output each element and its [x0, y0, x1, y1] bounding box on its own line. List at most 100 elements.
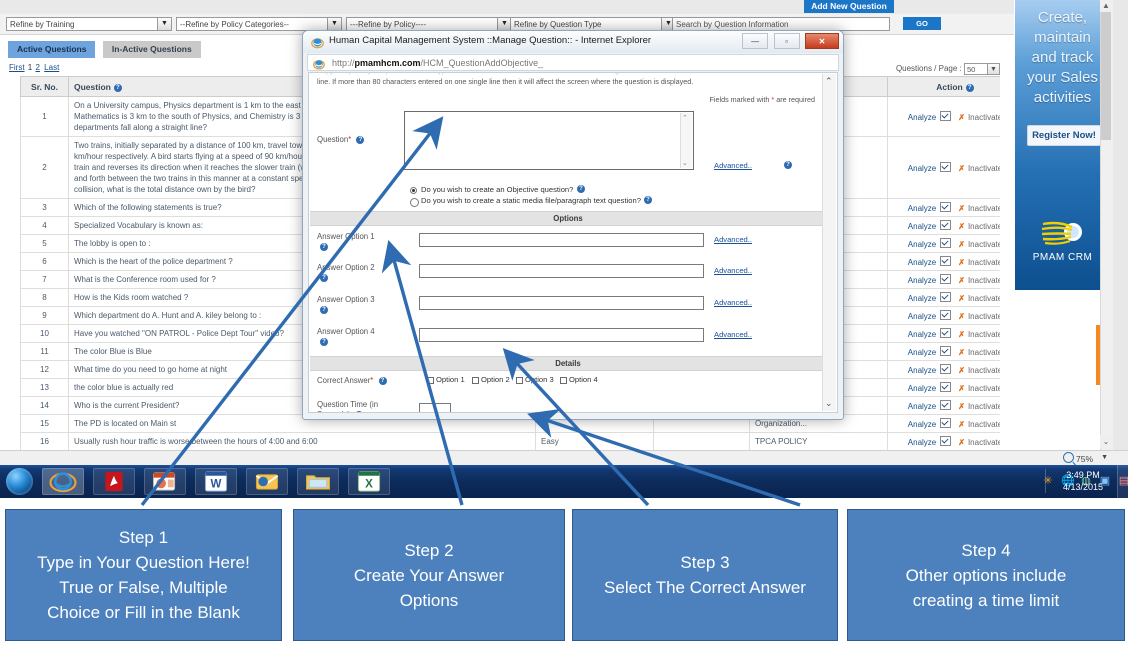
inactivate-link[interactable]: Inactivate — [968, 330, 1000, 339]
scroll-down-arrow-icon[interactable]: ⌄ — [1100, 435, 1112, 449]
register-now-button[interactable]: Register Now! — [1027, 125, 1101, 146]
edit-icon[interactable] — [940, 292, 952, 302]
analyze-link[interactable]: Analyze — [908, 113, 936, 122]
page-scrollbar-thumb[interactable] — [1101, 10, 1111, 140]
inactivate-link[interactable]: Inactivate — [968, 366, 1000, 375]
answer-option-4-advanced-link[interactable]: Advanced.. — [714, 330, 752, 339]
textarea-scrollbar[interactable]: ⌃ ⌄ — [680, 113, 692, 168]
refine-by-training-select[interactable]: Refine by Training ▼ — [6, 17, 172, 31]
help-icon[interactable]: ? — [355, 411, 364, 412]
edit-icon[interactable] — [940, 111, 952, 121]
refine-by-policy-select[interactable]: ---Refine by Policy---- ▼ — [346, 17, 512, 31]
delete-icon[interactable]: ✗ — [958, 240, 965, 249]
correct-answer-checkbox-4[interactable] — [560, 377, 567, 384]
analyze-link[interactable]: Analyze — [908, 294, 936, 303]
refine-by-question-type-select[interactable]: Refine by Question Type ▼ — [510, 17, 676, 31]
edit-icon[interactable] — [940, 274, 952, 284]
chevron-down-icon[interactable]: ▼ — [988, 63, 1000, 75]
scroll-up-arrow-icon[interactable]: ⌃ — [682, 114, 688, 122]
minimize-button[interactable]: — — [742, 33, 769, 49]
edit-icon[interactable] — [940, 346, 952, 356]
taskbar-item-file-explorer[interactable] — [297, 468, 339, 495]
answer-option-3-input[interactable] — [419, 296, 704, 310]
analyze-link[interactable]: Analyze — [908, 312, 936, 321]
pagination-page-1[interactable]: 1 — [28, 63, 32, 72]
correct-answer-checkbox-1[interactable] — [427, 377, 434, 384]
delete-icon[interactable]: ✗ — [958, 384, 965, 393]
start-button-icon[interactable] — [6, 468, 33, 495]
analyze-link[interactable]: Analyze — [908, 204, 936, 213]
question-textarea[interactable]: ⌃ ⌄ — [404, 111, 694, 170]
help-icon[interactable]: ? — [784, 161, 792, 169]
inactivate-link[interactable]: Inactivate — [968, 164, 1000, 173]
help-icon[interactable]: ? — [378, 377, 387, 385]
taskbar-item-adobe-reader[interactable] — [93, 468, 135, 495]
correct-answer-checkbox-3[interactable] — [516, 377, 523, 384]
pagination-first[interactable]: First — [9, 63, 25, 72]
inactivate-link[interactable]: Inactivate — [968, 222, 1000, 231]
answer-option-4-input[interactable] — [419, 328, 704, 342]
taskbar-item-internet-explorer[interactable] — [42, 468, 84, 495]
tab-inactive-questions[interactable]: In-Active Questions — [102, 41, 201, 58]
help-icon[interactable]: ? — [320, 306, 328, 314]
zoom-dropdown-arrow-icon[interactable]: ▼ — [1101, 454, 1108, 461]
delete-icon[interactable]: ✗ — [958, 204, 965, 213]
taskbar-item-powerpoint[interactable] — [144, 468, 186, 495]
inactivate-link[interactable]: Inactivate — [968, 204, 1000, 213]
inactivate-link[interactable]: Inactivate — [968, 113, 1000, 122]
delete-icon[interactable]: ✗ — [958, 294, 965, 303]
questions-per-page-select[interactable]: 50 — [964, 63, 988, 75]
scroll-down-arrow-icon[interactable]: ⌄ — [682, 159, 688, 167]
dialog-title-bar[interactable]: Human Capital Management System ::Manage… — [303, 31, 843, 53]
analyze-link[interactable]: Analyze — [908, 164, 936, 173]
tab-active-questions[interactable]: Active Questions — [8, 41, 96, 58]
radio-objective-question[interactable] — [410, 187, 417, 194]
help-icon[interactable]: ? — [644, 196, 652, 204]
inactivate-link[interactable]: Inactivate — [968, 258, 1000, 267]
inactivate-link[interactable]: Inactivate — [968, 240, 1000, 249]
taskbar-item-outlook[interactable] — [246, 468, 288, 495]
pagination-last[interactable]: Last — [44, 63, 59, 72]
table-row[interactable]: 16 Usually rush hour traffic is worse bet… — [20, 432, 1000, 451]
help-icon[interactable]: ? — [320, 243, 328, 251]
delete-icon[interactable]: ✗ — [958, 258, 965, 267]
answer-option-1-advanced-link[interactable]: Advanced.. — [714, 235, 752, 244]
edit-icon[interactable] — [940, 220, 952, 230]
analyze-link[interactable]: Analyze — [908, 420, 936, 429]
analyze-link[interactable]: Analyze — [908, 276, 936, 285]
delete-icon[interactable]: ✗ — [958, 420, 965, 429]
dialog-address-bar[interactable]: http://pmamhcm.com/HCM_QuestionAddObject… — [307, 54, 839, 71]
inactivate-link[interactable]: Inactivate — [968, 276, 1000, 285]
edit-icon[interactable] — [940, 202, 952, 212]
search-input[interactable]: Search by Question Information — [672, 17, 890, 31]
inactivate-link[interactable]: Inactivate — [968, 348, 1000, 357]
edit-icon[interactable] — [940, 238, 952, 248]
analyze-link[interactable]: Analyze — [908, 348, 936, 357]
taskbar-item-excel[interactable]: X — [348, 468, 390, 495]
inactivate-link[interactable]: Inactivate — [968, 294, 1000, 303]
scroll-down-arrow-icon[interactable]: ⌄ — [825, 398, 833, 409]
analyze-link[interactable]: Analyze — [908, 402, 936, 411]
analyze-link[interactable]: Analyze — [908, 258, 936, 267]
delete-icon[interactable]: ✗ — [958, 438, 965, 447]
question-time-input[interactable] — [419, 403, 451, 412]
answer-option-2-input[interactable] — [419, 264, 704, 278]
help-icon[interactable]: ? — [356, 136, 365, 144]
scroll-up-arrow-icon[interactable]: ▲ — [1100, 0, 1112, 12]
answer-option-1-input[interactable] — [419, 233, 704, 247]
help-icon[interactable]: ? — [965, 83, 974, 92]
taskbar-clock[interactable]: 3:49 PM 4/13/2015 — [1050, 469, 1116, 493]
edit-icon[interactable] — [940, 400, 952, 410]
edit-icon[interactable] — [940, 418, 952, 428]
question-advanced-link[interactable]: Advanced.. — [714, 161, 752, 170]
refine-by-policy-categories-select[interactable]: --Refine by Policy Categories-- ▼ — [176, 17, 342, 31]
analyze-link[interactable]: Analyze — [908, 330, 936, 339]
delete-icon[interactable]: ✗ — [958, 366, 965, 375]
delete-icon[interactable]: ✗ — [958, 113, 965, 122]
inactivate-link[interactable]: Inactivate — [968, 420, 1000, 429]
add-new-question-button[interactable]: Add New Question — [804, 0, 894, 13]
delete-icon[interactable]: ✗ — [958, 164, 965, 173]
analyze-link[interactable]: Analyze — [908, 222, 936, 231]
answer-option-2-advanced-link[interactable]: Advanced.. — [714, 266, 752, 275]
dialog-scrollbar[interactable]: ⌃ ⌄ — [822, 74, 836, 411]
